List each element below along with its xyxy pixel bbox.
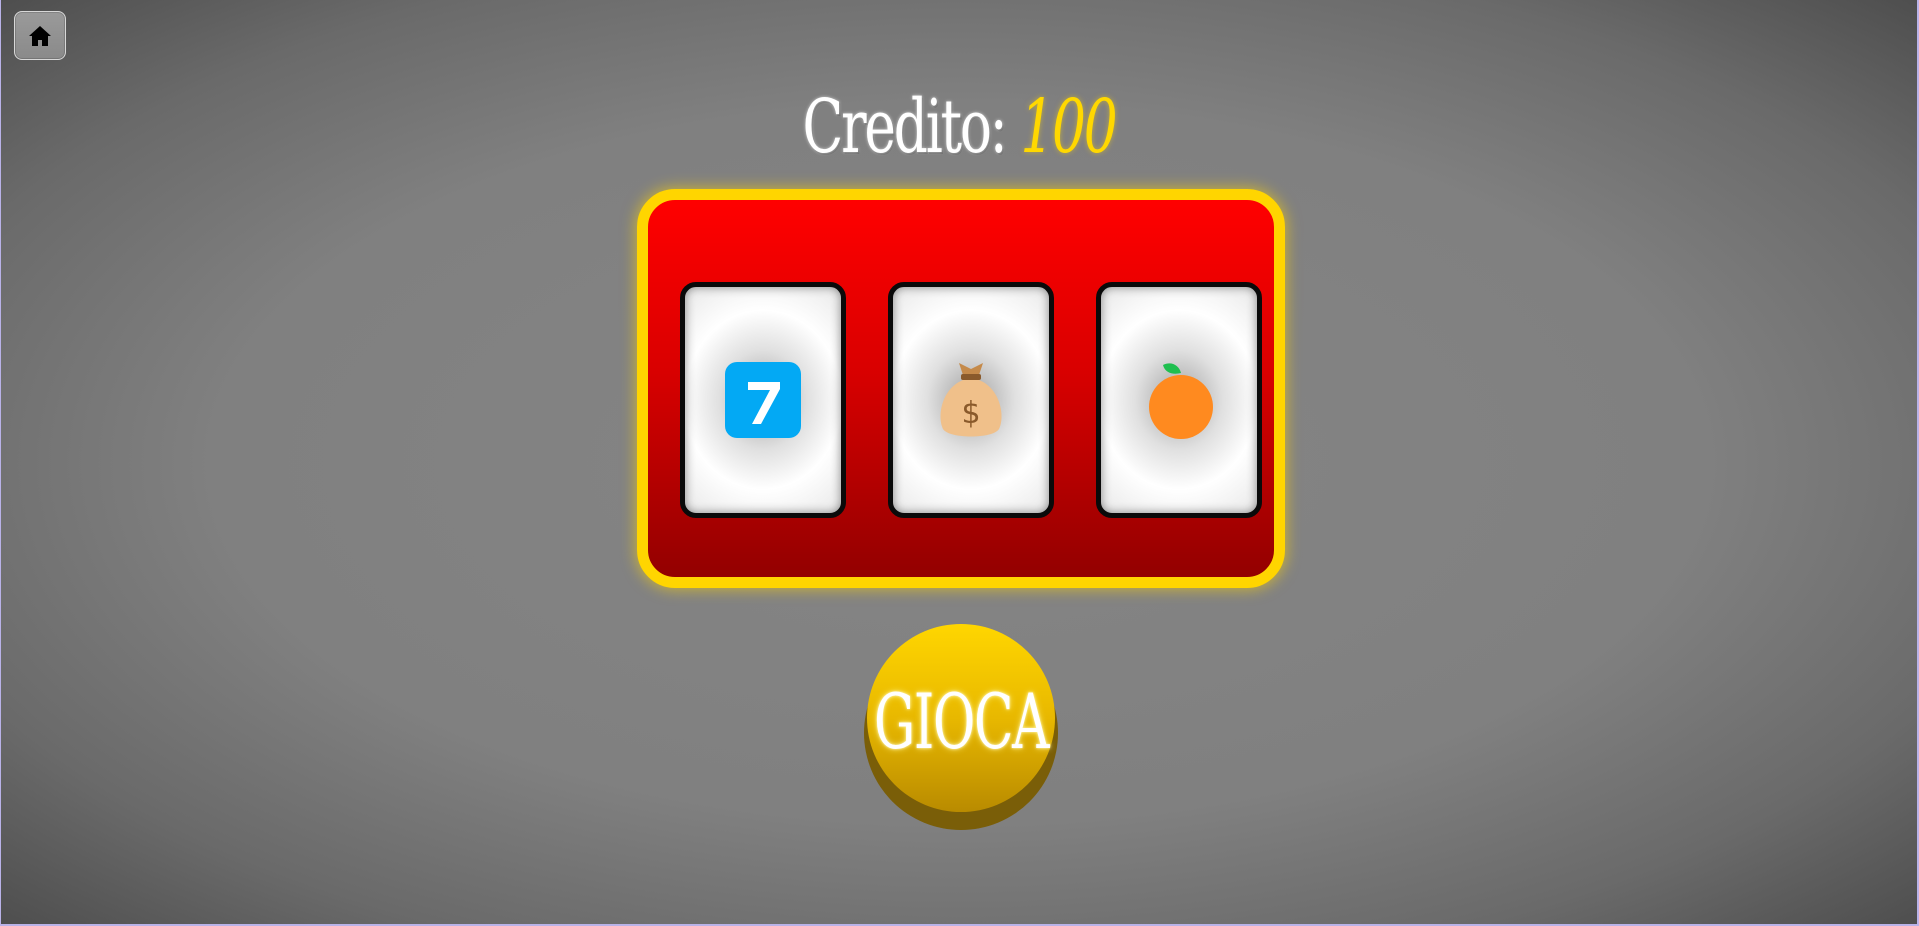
home-button[interactable] xyxy=(14,11,66,60)
slot-machine: $ xyxy=(637,189,1285,588)
credit-value: 100 xyxy=(1020,84,1117,170)
reel-1 xyxy=(680,282,846,518)
credit-label: Credito: xyxy=(802,84,1007,170)
play-button[interactable]: GIOCA xyxy=(867,624,1055,812)
play-button-label: GIOCA xyxy=(873,677,1049,766)
money-bag-icon: $ xyxy=(935,359,1007,441)
credit-display: Credito: 100 xyxy=(269,82,1649,172)
reel-2: $ xyxy=(888,282,1054,518)
svg-text:$: $ xyxy=(961,396,980,431)
reel-3 xyxy=(1096,282,1262,518)
seven-keycap-icon xyxy=(723,360,803,440)
home-icon xyxy=(29,25,51,46)
orange-fruit-icon xyxy=(1143,359,1215,441)
play-button-container: GIOCA xyxy=(864,624,1058,831)
